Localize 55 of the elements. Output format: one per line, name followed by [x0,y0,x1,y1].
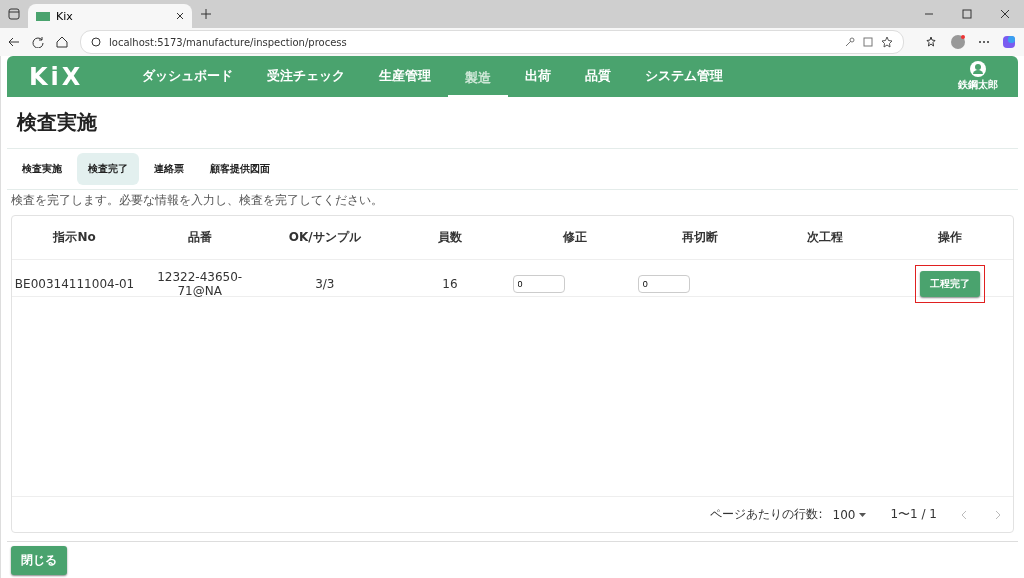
caret-icon [859,512,867,517]
page-title: 検査実施 [7,97,1018,149]
input-field[interactable]: 0 [512,275,565,293]
column-header: 再切断 [681,229,720,246]
column-header: 品番 [186,229,213,246]
table-cell-text: BE00314111004-01 [14,276,135,293]
nav-tab[interactable]: システム管理 [628,56,740,97]
browser-tab[interactable]: Kix [28,4,192,28]
address-bar[interactable]: localhost:5173/manufacture/inspection/process [80,30,904,54]
rows-per-page-label: ページあたりの行数: [710,506,823,523]
nav-tab[interactable]: 出荷 [508,56,568,97]
column-header: OK/サンプル [287,229,362,246]
close-icon[interactable] [176,12,184,20]
user-icon[interactable] [970,61,986,77]
back-icon[interactable] [8,36,20,48]
tab[interactable]: 検査実施 [11,153,73,185]
home-icon[interactable] [56,36,68,48]
tab[interactable]: 検査完了 [77,153,139,185]
table-cell-text: 3/3 [315,276,335,293]
description-text: 検査を完了します。必要な情報を入力し、検査を完了してください。 [10,192,384,209]
info-icon [91,37,101,47]
key-icon[interactable] [845,37,855,47]
profile-icon[interactable] [950,34,966,50]
logo[interactable]: KiX [29,62,125,91]
input-field[interactable]: 0 [637,275,690,293]
favorites-icon[interactable] [926,36,938,48]
tab[interactable]: 連絡票 [143,153,195,185]
sidebar-icon[interactable] [8,8,20,20]
column-header: 次工程 [806,229,845,246]
grid-icon[interactable] [863,37,873,47]
tab[interactable]: 顧客提供図面 [199,153,281,185]
column-header: 操作 [937,229,964,246]
column-header: 指示No [52,229,97,246]
column-header: 修正 [562,229,589,246]
copilot-icon[interactable] [1002,35,1016,49]
close-icon[interactable] [1000,9,1010,19]
nav-tab[interactable]: 受注チェック [250,56,362,97]
nav-tab[interactable]: 生産管理 [362,56,448,97]
star-icon[interactable] [881,36,893,48]
table-cell-text: 12322-43650-71@NA [156,269,244,300]
maximize-icon[interactable] [962,9,972,19]
reload-icon[interactable] [32,36,44,48]
favicon-icon [36,11,50,21]
complete-button[interactable]: 工程完了 [920,271,981,297]
column-header: 員数 [436,229,463,246]
rows-per-page-select[interactable]: 100 [832,507,867,522]
table-cell-text: 16 [442,276,458,293]
more-icon[interactable] [978,40,990,44]
user-name: 鉄鋼太郎 [958,78,998,92]
plus-icon[interactable] [200,8,212,20]
close-button[interactable]: 閉じる [11,545,67,575]
nav-tab[interactable]: 品質 [568,56,628,97]
nav-tab[interactable]: ダッシュボード [125,56,250,97]
nav-tab[interactable]: 製造 [448,61,508,97]
page-range: 1〜1 / 1 [890,506,937,523]
